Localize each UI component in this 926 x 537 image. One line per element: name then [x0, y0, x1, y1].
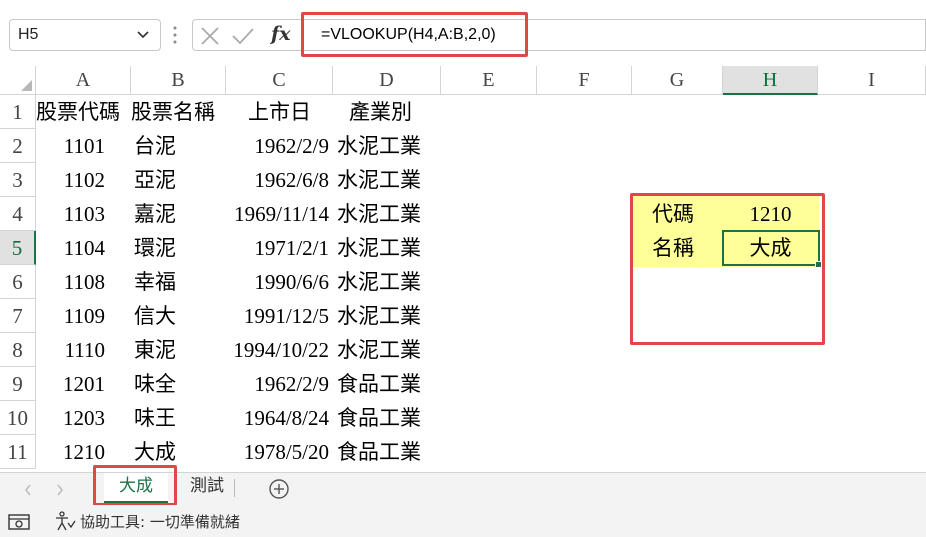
cell-d[interactable]: 水泥工業	[333, 197, 441, 231]
accessibility-icon[interactable]	[54, 510, 76, 532]
row-header[interactable]: 10	[0, 401, 36, 435]
cell-c[interactable]: 1991/12/5	[226, 299, 333, 333]
formula-annotation-box	[301, 12, 528, 57]
cell-c[interactable]: 1964/8/24	[226, 401, 333, 435]
cell-c[interactable]: 上市日	[226, 95, 333, 129]
cell-a[interactable]: 1108	[36, 265, 131, 299]
tab-divider	[234, 479, 235, 497]
cell-b[interactable]: 大成	[131, 435, 226, 469]
cell-c[interactable]: 1962/2/9	[226, 129, 333, 163]
row-header[interactable]: 4	[0, 197, 36, 231]
cell-b[interactable]: 股票名稱	[131, 95, 226, 129]
column-header[interactable]: D	[333, 66, 441, 95]
cell-b[interactable]: 信大	[131, 299, 226, 333]
cell-a[interactable]: 1102	[36, 163, 131, 197]
cell-a[interactable]: 1201	[36, 367, 131, 401]
formula-bar: H5 fx =VLOOKUP(H4,A:B,2,0)	[0, 0, 926, 66]
row-header[interactable]: 6	[0, 265, 36, 299]
cell-c[interactable]: 1971/2/1	[226, 231, 333, 265]
cell-b[interactable]: 東泥	[131, 333, 226, 367]
row-header[interactable]: 11	[0, 435, 36, 469]
tab-annotation-box	[93, 465, 177, 506]
cell-c[interactable]: 1994/10/22	[226, 333, 333, 367]
row-header[interactable]: 5	[0, 231, 36, 265]
cell-b[interactable]: 亞泥	[131, 163, 226, 197]
column-header[interactable]: C	[226, 66, 333, 95]
row-header[interactable]: 1	[0, 95, 36, 129]
row-header[interactable]: 7	[0, 299, 36, 333]
formula-controls: fx	[192, 19, 304, 51]
cell-a[interactable]: 1103	[36, 197, 131, 231]
cell-d[interactable]: 水泥工業	[333, 333, 441, 367]
cell-d[interactable]: 食品工業	[333, 401, 441, 435]
chevron-down-icon[interactable]	[136, 27, 150, 41]
column-header[interactable]: G	[632, 66, 723, 95]
column-header[interactable]: B	[131, 66, 226, 95]
cell-b[interactable]: 味全	[131, 367, 226, 401]
cell-c[interactable]: 1969/11/14	[226, 197, 333, 231]
column-header[interactable]: I	[818, 66, 926, 95]
spreadsheet-grid[interactable]: A B C D E F G H I 1 2 3 4 5 6 7 8 9 10 11 股票代碼 股票名稱 上市日 產業別 1101…	[0, 66, 926, 472]
name-box-value: H5	[18, 26, 39, 43]
lookup-annotation-box	[630, 193, 825, 345]
insert-function-icon[interactable]: fx	[271, 23, 291, 45]
cell-d[interactable]: 食品工業	[333, 367, 441, 401]
cell-b[interactable]: 幸福	[131, 265, 226, 299]
cell-d[interactable]: 食品工業	[333, 435, 441, 469]
column-header[interactable]: E	[441, 66, 537, 95]
cell-b[interactable]: 環泥	[131, 231, 226, 265]
column-header[interactable]: H	[723, 66, 818, 95]
enter-check-icon[interactable]	[231, 26, 255, 46]
cell-a[interactable]: 1101	[36, 129, 131, 163]
cell-a[interactable]: 1104	[36, 231, 131, 265]
column-header[interactable]: F	[537, 66, 632, 95]
cell-a[interactable]: 1203	[36, 401, 131, 435]
cell-d[interactable]: 產業別	[333, 95, 441, 129]
column-header[interactable]: A	[36, 66, 131, 95]
chevron-right-icon[interactable]	[56, 484, 64, 496]
cell-d[interactable]: 水泥工業	[333, 231, 441, 265]
cell-c[interactable]: 1990/6/6	[226, 265, 333, 299]
chevron-left-icon[interactable]	[24, 484, 32, 496]
status-bar: 協助工具: 一切準備就緒	[0, 505, 926, 537]
cell-c[interactable]: 1978/5/20	[226, 435, 333, 469]
cell-a[interactable]: 1110	[36, 333, 131, 367]
cell-c[interactable]: 1962/6/8	[226, 163, 333, 197]
row-header[interactable]: 9	[0, 367, 36, 401]
cell-a[interactable]: 1210	[36, 435, 131, 469]
macro-record-icon[interactable]	[8, 513, 30, 531]
cell-d[interactable]: 水泥工業	[333, 163, 441, 197]
cell-b[interactable]: 味王	[131, 401, 226, 435]
add-sheet-icon[interactable]	[268, 478, 290, 500]
select-all-corner[interactable]	[0, 66, 36, 95]
accessibility-status[interactable]: 協助工具: 一切準備就緒	[80, 511, 240, 532]
row-header[interactable]: 2	[0, 129, 36, 163]
cell-a[interactable]: 股票代碼	[36, 95, 131, 129]
cell-b[interactable]: 嘉泥	[131, 197, 226, 231]
cell-d[interactable]: 水泥工業	[333, 299, 441, 333]
row-header[interactable]: 8	[0, 333, 36, 367]
row-header[interactable]: 3	[0, 163, 36, 197]
more-options-icon[interactable]	[173, 24, 177, 46]
cell-b[interactable]: 台泥	[131, 129, 226, 163]
cell-d[interactable]: 水泥工業	[333, 265, 441, 299]
cell-d[interactable]: 水泥工業	[333, 129, 441, 163]
name-box[interactable]: H5	[9, 19, 161, 51]
sheet-tab[interactable]: 測試	[180, 473, 234, 504]
cell-a[interactable]: 1109	[36, 299, 131, 333]
cell-c[interactable]: 1962/2/9	[226, 367, 333, 401]
cancel-icon[interactable]	[199, 26, 221, 46]
